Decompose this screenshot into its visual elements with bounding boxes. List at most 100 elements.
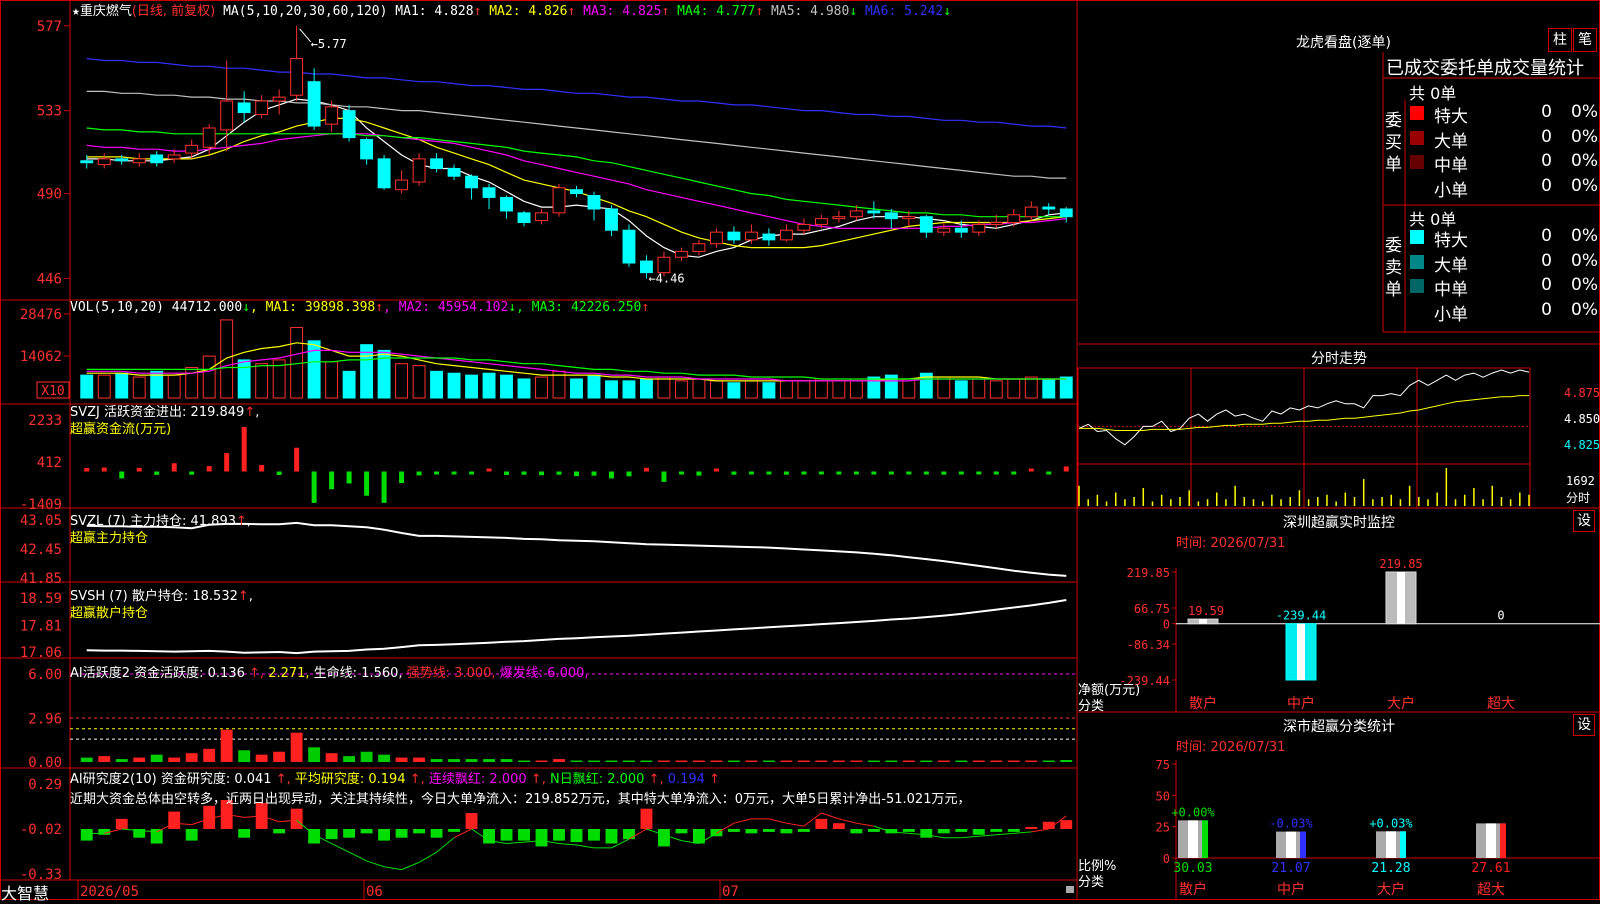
candle-body[interactable]: [902, 216, 916, 220]
candle-body[interactable]: [657, 256, 671, 274]
candle-body[interactable]: [727, 231, 741, 241]
candle-body[interactable]: [867, 210, 881, 214]
ai-active-bar: [238, 750, 251, 762]
indicator-value-6: N日飘红: 2.000: [549, 772, 649, 787]
candle-body[interactable]: [80, 160, 94, 164]
svzl-subtitle: 超赢主力持仓: [70, 531, 149, 546]
candle-body[interactable]: [167, 154, 181, 160]
candle-body[interactable]: [954, 227, 968, 233]
candle-body[interactable]: [849, 210, 863, 218]
period-label[interactable]: (日线, 前复权): [132, 4, 215, 19]
candle-body[interactable]: [412, 158, 426, 183]
lock-icon[interactable]: [1066, 886, 1074, 893]
candle-body[interactable]: [762, 233, 776, 241]
candle-body[interactable]: [552, 187, 566, 214]
candle-body[interactable]: [814, 218, 828, 225]
candle-body[interactable]: [972, 223, 986, 233]
candle-body[interactable]: [220, 100, 234, 131]
volume-bar: [395, 363, 409, 399]
sz-monitor-cat-label: 分类: [1078, 699, 1105, 714]
ai-active-bar: [920, 760, 933, 762]
candle-body[interactable]: [692, 243, 706, 252]
ai-active-bar: [553, 759, 565, 762]
volume-bar: [132, 376, 146, 399]
volume-bar: [779, 380, 793, 399]
svsh-line: [86, 599, 1067, 655]
candle-body[interactable]: [622, 229, 636, 264]
candle-body[interactable]: [255, 100, 269, 115]
volume-bar: [97, 374, 111, 399]
candle-body[interactable]: [447, 168, 461, 177]
candle-body[interactable]: [709, 231, 723, 245]
intraday-title: 分时走势: [1311, 351, 1367, 367]
candle-body[interactable]: [482, 187, 496, 198]
vol-ma-line-1: [86, 342, 1067, 382]
candle-body[interactable]: [465, 175, 478, 189]
ai-active-axis-label-0: 6.00: [28, 667, 62, 683]
bar-mode-button[interactable]: 柱: [1548, 28, 1572, 52]
candle-body[interactable]: [744, 231, 758, 241]
ai-research-bar: [588, 829, 600, 841]
svzl-line: [86, 521, 1067, 577]
candle-body[interactable]: [989, 222, 1003, 225]
svzj-bar: [504, 471, 510, 475]
volume-bar: [657, 376, 671, 399]
candle-body[interactable]: [937, 227, 951, 233]
candle-body[interactable]: [395, 179, 409, 191]
svzj-bar: [329, 471, 335, 490]
candle-body[interactable]: [587, 195, 601, 210]
candle-body[interactable]: [272, 96, 286, 102]
candle-body[interactable]: [1024, 206, 1038, 218]
candle-body[interactable]: [360, 139, 374, 160]
volume-bar: [1007, 378, 1021, 399]
candle-body[interactable]: [307, 81, 321, 127]
candle-body[interactable]: [570, 189, 583, 195]
candle-body[interactable]: [237, 102, 251, 114]
candle-body[interactable]: [132, 158, 146, 164]
candle-body[interactable]: [202, 127, 216, 148]
ai-research-bar: [343, 829, 356, 838]
candle-body[interactable]: [884, 212, 898, 220]
candle-body[interactable]: [325, 106, 339, 125]
sz-monitor-settings-button[interactable]: 设: [1573, 510, 1595, 532]
candle-body[interactable]: [97, 158, 111, 166]
volume-bar: [517, 378, 531, 399]
ai-research-line-seg: [838, 818, 857, 824]
svzj-bar: [539, 471, 545, 476]
ai-active-label: AI活跃度2 资金活跃度:: [70, 666, 204, 681]
candle-body[interactable]: [517, 212, 531, 224]
candle-body[interactable]: [535, 212, 548, 222]
ma-legend-dir-5: ↓: [849, 4, 865, 19]
ai-research-label: AI研究度2(10) 资金研究度:: [70, 772, 231, 787]
candle-body[interactable]: [919, 216, 933, 233]
stock-name[interactable]: 重庆燃气: [80, 4, 132, 19]
ai-active-bar: [727, 760, 740, 762]
candle-body[interactable]: [377, 158, 391, 189]
candle-body[interactable]: [115, 158, 129, 162]
candle-body[interactable]: [797, 223, 811, 231]
candle-body[interactable]: [675, 250, 688, 258]
candle-body[interactable]: [185, 144, 199, 154]
candle-body[interactable]: [779, 229, 793, 241]
volume-bar: [814, 378, 828, 399]
svzj-axis-label-1: 412: [37, 455, 62, 471]
svzj-value: 219.849: [190, 405, 245, 420]
candle-body[interactable]: [832, 216, 846, 220]
candle-body[interactable]: [1059, 208, 1073, 218]
tick-mode-button[interactable]: 笔: [1573, 28, 1597, 52]
candle-body[interactable]: [150, 154, 164, 164]
favorite-star-icon[interactable]: ★: [72, 4, 80, 19]
candle-body[interactable]: [342, 110, 356, 139]
volume-bar: [587, 374, 601, 399]
svzj-bar: [853, 471, 859, 475]
candle-body[interactable]: [500, 196, 513, 212]
buy-row-count-3: 0: [1541, 175, 1552, 196]
ai-research-bar: [500, 829, 513, 841]
candle-body[interactable]: [290, 58, 304, 96]
sell-row-pct-0: 0%: [1571, 226, 1598, 246]
candle-body[interactable]: [1042, 206, 1056, 210]
candle-body[interactable]: [1007, 214, 1021, 224]
candle-body[interactable]: [605, 208, 618, 231]
candle-body[interactable]: [430, 158, 444, 170]
sz-stats-settings-button[interactable]: 设: [1573, 714, 1595, 736]
